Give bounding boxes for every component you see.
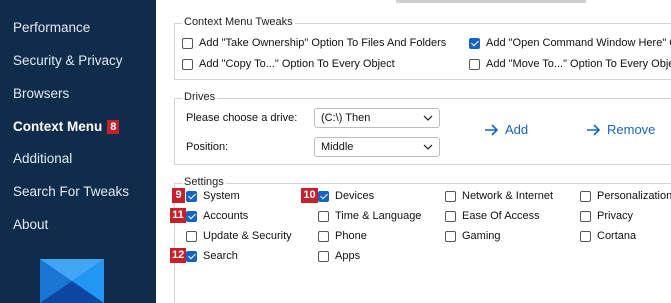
checkbox-label: Ease Of Access (462, 210, 540, 222)
sidebar-item-label: Security & Privacy (13, 53, 123, 68)
setting-time-language-checkbox[interactable]: Time & Language (318, 210, 421, 222)
open-command-window-checkbox[interactable]: Add "Open Command Window Here" Optio (469, 37, 671, 49)
checkbox-label: System (203, 190, 240, 202)
step-marker-10: 10 (301, 188, 318, 203)
main-panel: Context Menu Tweaks Add "Take Ownership"… (156, 0, 671, 303)
sidebar-item-label: Additional (13, 151, 73, 166)
checkbox-box[interactable] (318, 210, 329, 222)
sidebar-item-browsers[interactable]: Browsers (13, 86, 69, 101)
checkbox-label: Search (203, 250, 238, 262)
group-title: Settings (182, 176, 226, 188)
arrow-right-icon (485, 123, 499, 136)
drive-label: Please choose a drive: (186, 112, 298, 124)
checkbox-box[interactable] (318, 190, 329, 202)
position-label: Position: (186, 141, 229, 153)
setting-devices-checkbox[interactable]: Devices (318, 190, 374, 202)
checkbox-box[interactable] (318, 230, 329, 242)
checkbox-box[interactable] (469, 37, 480, 49)
setting-accounts-checkbox[interactable]: Accounts (186, 210, 248, 222)
checkbox-label: Accounts (203, 210, 249, 222)
checkbox-label: Time & Language (335, 210, 422, 222)
chevron-down-icon (423, 144, 433, 150)
setting-search-checkbox[interactable]: Search (186, 250, 238, 262)
checkbox-label: Network & Internet (462, 190, 554, 202)
checkbox-box[interactable] (445, 190, 456, 202)
sidebar-item-additional[interactable]: Additional (13, 151, 72, 166)
checkbox-label: Update & Security (203, 230, 292, 242)
checkbox-label: Personalization (597, 190, 671, 202)
step-marker-12: 12 (170, 248, 186, 263)
windows-logo (40, 259, 104, 303)
checkbox-box[interactable] (580, 230, 591, 242)
checkbox-box[interactable] (445, 230, 456, 242)
add-drive-label: Add (505, 122, 529, 137)
chevron-down-icon (423, 115, 433, 121)
setting-ease-of-access-checkbox[interactable]: Ease Of Access (445, 210, 540, 222)
drive-select[interactable]: (C:\) Then (314, 108, 440, 128)
step-marker-9: 9 (172, 188, 185, 203)
group-title: Context Menu Tweaks (182, 16, 295, 28)
sidebar-item-performance[interactable]: Performance (13, 20, 90, 35)
checkbox-box[interactable] (186, 190, 197, 202)
setting-cortana-checkbox[interactable]: Cortana (580, 230, 636, 242)
sidebar-item-label: Performance (13, 20, 91, 35)
checkbox-box[interactable] (186, 250, 197, 262)
setting-gaming-checkbox[interactable]: Gaming (445, 230, 501, 242)
sidebar: Performance Security & Privacy Browsers … (0, 0, 156, 303)
sidebar-item-label: About (13, 217, 49, 232)
checkbox-box[interactable] (445, 210, 456, 222)
sidebar-item-label: Search For Tweaks (13, 184, 130, 199)
checkbox-label: Gaming (462, 230, 501, 242)
setting-network-checkbox[interactable]: Network & Internet (445, 190, 553, 202)
setting-personalization-checkbox[interactable]: Personalization (580, 190, 671, 202)
context-menu-tweaks-group (174, 23, 671, 80)
position-select[interactable]: Middle (314, 137, 440, 157)
group-title: Drives (182, 91, 218, 103)
checkbox-box[interactable] (186, 210, 197, 222)
sidebar-item-label: Context Menu (13, 119, 103, 134)
step-marker-11: 11 (170, 208, 186, 223)
step-badge: 8 (107, 120, 120, 134)
setting-update-security-checkbox[interactable]: Update & Security (186, 230, 292, 242)
setting-phone-checkbox[interactable]: Phone (318, 230, 367, 242)
checkbox-box[interactable] (580, 190, 591, 202)
checkbox-box[interactable] (318, 250, 329, 262)
checkbox-box[interactable] (580, 210, 591, 222)
setting-apps-checkbox[interactable]: Apps (318, 250, 360, 262)
checkbox-label: Privacy (597, 210, 634, 222)
scroll-remnant (396, 0, 586, 3)
setting-system-checkbox[interactable]: System (186, 190, 240, 202)
setting-privacy-checkbox[interactable]: Privacy (580, 210, 633, 222)
remove-drive-label: Remove (607, 122, 656, 137)
checkbox-label: Cortana (597, 230, 637, 242)
checkbox-box[interactable] (186, 230, 197, 242)
checkbox-label: Add "Move To..." Option To Every Object (486, 58, 671, 70)
sidebar-item-about[interactable]: About (13, 217, 48, 232)
take-ownership-checkbox[interactable]: Add "Take Ownership" Option To Files And… (182, 37, 446, 49)
sidebar-item-security-privacy[interactable]: Security & Privacy (13, 53, 123, 68)
add-drive-button[interactable]: Add (484, 122, 528, 137)
checkbox-box[interactable] (182, 37, 193, 49)
checkbox-label: Phone (335, 230, 367, 242)
checkbox-box[interactable] (182, 58, 193, 70)
sidebar-item-label: Browsers (13, 86, 70, 101)
checkbox-label: Add "Copy To..." Option To Every Object (199, 58, 395, 70)
position-select-value: Middle (321, 141, 354, 153)
remove-drive-button[interactable]: Remove (586, 122, 655, 137)
checkbox-label: Add "Open Command Window Here" Optio (486, 37, 671, 49)
copy-to-checkbox[interactable]: Add "Copy To..." Option To Every Object (182, 58, 395, 70)
arrow-right-icon (587, 123, 601, 136)
checkbox-label: Add "Take Ownership" Option To Files And… (199, 37, 447, 49)
checkbox-box[interactable] (469, 58, 480, 70)
checkbox-label: Devices (335, 190, 375, 202)
sidebar-item-context-menu[interactable]: Context Menu 8 (13, 119, 120, 134)
sidebar-item-search-for-tweaks[interactable]: Search For Tweaks (13, 184, 129, 199)
move-to-checkbox[interactable]: Add "Move To..." Option To Every Object (469, 58, 671, 70)
drive-select-value: (C:\) Then (321, 112, 371, 124)
checkbox-label: Apps (335, 250, 361, 262)
